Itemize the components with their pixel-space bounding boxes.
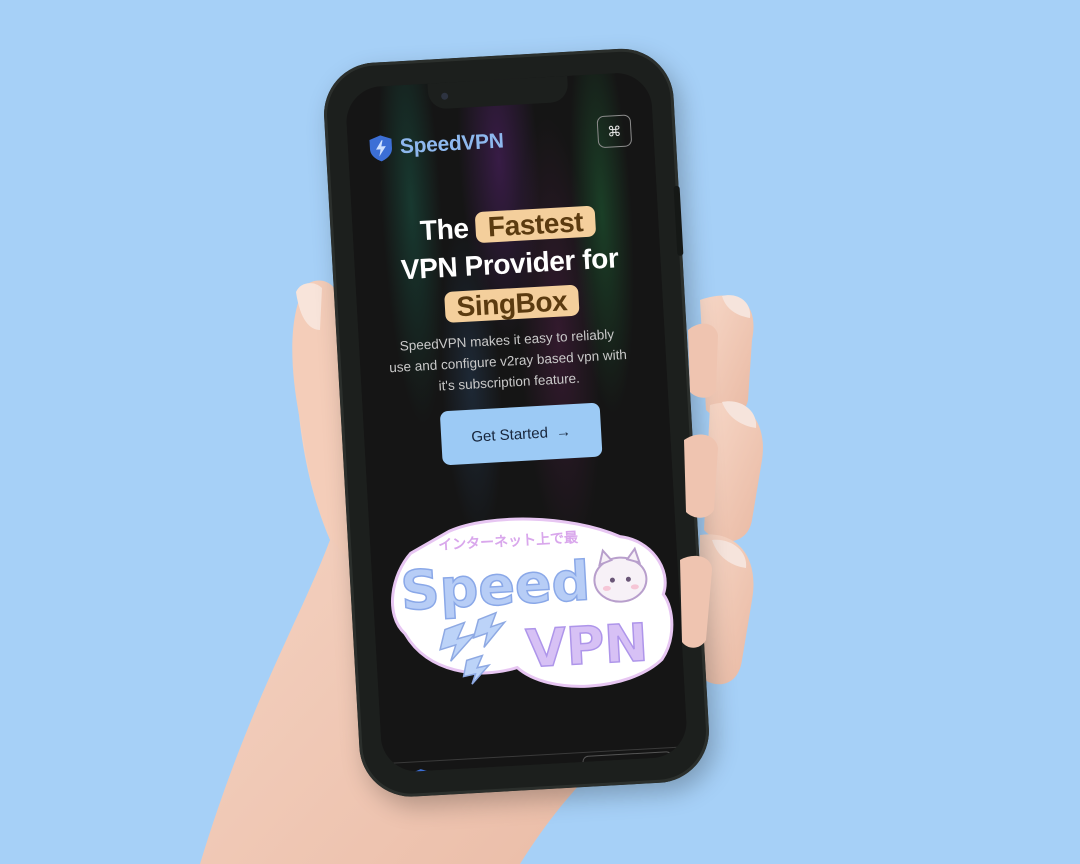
command-icon: ⌘ <box>606 122 622 140</box>
notch <box>427 75 569 110</box>
get-started-button[interactable]: Get Started → <box>439 402 603 466</box>
mockup-scene: SpeedVPN ⌘ The Fastest VPN Provider for … <box>0 0 1080 864</box>
arrow-right-icon: → <box>555 422 572 441</box>
get-started-label: Get Started <box>470 423 549 446</box>
title-prefix: The <box>419 212 470 247</box>
hero-title: The Fastest VPN Provider for SingBox <box>362 199 658 331</box>
footer-brand: SpeedVPN <box>413 763 507 774</box>
title-highlight-fastest: Fastest <box>475 205 596 244</box>
footer-brand-name: SpeedVPN <box>435 764 507 773</box>
title-highlight-singbox: SingBox <box>443 284 580 324</box>
phone-screen: SpeedVPN ⌘ The Fastest VPN Provider for … <box>344 71 689 774</box>
hero-subtitle: SpeedVPN makes it easy to reliably use a… <box>388 326 628 394</box>
sticker-word-vpn: VPN <box>525 613 650 680</box>
phone-frame: SpeedVPN ⌘ The Fastest VPN Provider for … <box>321 46 712 800</box>
sticker-word-speed: Speed <box>399 549 592 622</box>
command-menu-button[interactable]: ⌘ <box>596 114 633 149</box>
footer-button[interactable] <box>582 751 674 774</box>
brand-name: SpeedVPN <box>399 129 505 159</box>
speedvpn-sticker: インターネット上で最 Speed VPN <box>391 517 674 688</box>
lightning-shield-icon <box>414 769 428 774</box>
lightning-shield-icon <box>369 135 392 162</box>
brand-logo[interactable]: SpeedVPN <box>367 128 504 164</box>
